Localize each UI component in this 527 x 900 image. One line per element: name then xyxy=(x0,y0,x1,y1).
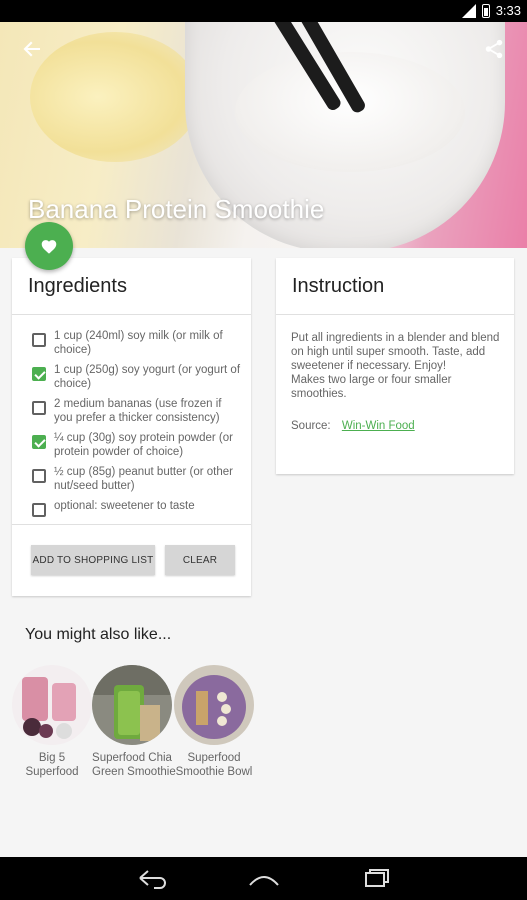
ingredient-item: 1 cup (240ml) soy milk (or milk of choic… xyxy=(32,329,241,357)
ingredient-checkbox[interactable] xyxy=(32,503,46,517)
source-line: Source: Win-Win Food xyxy=(291,419,500,433)
ingredient-text: 2 medium bananas (use frozen if you pref… xyxy=(54,398,222,424)
add-to-shopping-list-button[interactable]: ADD TO SHOPPING LIST xyxy=(31,545,155,575)
ingredient-text: ½ cup (85g) peanut butter (or other nut/… xyxy=(54,466,233,492)
ingredients-card: Ingredients 1 cup (240ml) soy milk (or m… xyxy=(12,258,251,596)
recents-nav-icon[interactable] xyxy=(362,867,394,889)
ingredient-text: ¼ cup (30g) soy protein powder (or prote… xyxy=(54,432,233,458)
ingredients-list: 1 cup (240ml) soy milk (or milk of choic… xyxy=(12,315,251,517)
battery-icon xyxy=(481,3,490,18)
instruction-body: Put all ingredients in a blender and ble… xyxy=(276,315,514,433)
recipe-thumbnail xyxy=(92,665,172,745)
ingredient-text: optional: sweetener to taste xyxy=(54,500,195,512)
back-nav-icon[interactable] xyxy=(136,867,168,889)
clear-button[interactable]: CLEAR xyxy=(165,545,235,575)
navigation-bar xyxy=(0,857,527,900)
heart-icon xyxy=(41,240,57,254)
related-recipe-name: Big 5 Superfood xyxy=(25,752,79,778)
status-bar: 3:33 xyxy=(0,0,527,22)
ingredient-checkbox[interactable] xyxy=(32,469,46,483)
related-recipe[interactable]: Big 5 Superfood xyxy=(12,665,92,779)
related-recipe-name: Superfood Smoothie Bowl xyxy=(175,752,253,778)
ingredient-item: optional: sweetener to taste xyxy=(32,499,241,517)
recipe-thumbnail xyxy=(174,665,254,745)
ingredient-item: ½ cup (85g) peanut butter (or other nut/… xyxy=(32,465,241,493)
instruction-text: Put all ingredients in a blender and ble… xyxy=(291,332,500,372)
arrow-back-icon[interactable] xyxy=(22,39,42,63)
ingredient-checkbox[interactable] xyxy=(32,435,46,449)
signal-icon xyxy=(461,3,476,18)
favorite-button[interactable] xyxy=(25,222,73,270)
ingredient-item: ¼ cup (30g) soy protein powder (or prote… xyxy=(32,431,241,459)
ingredient-text: 1 cup (240ml) soy milk (or milk of choic… xyxy=(54,330,223,356)
share-icon[interactable] xyxy=(483,38,505,60)
instruction-card: Instruction Put all ingredients in a ble… xyxy=(276,258,514,474)
source-link[interactable]: Win-Win Food xyxy=(342,420,415,432)
ingredient-checkbox[interactable] xyxy=(32,333,46,347)
ingredient-actions: ADD TO SHOPPING LIST CLEAR xyxy=(12,524,251,575)
hero-image: Banana Protein Smoothie xyxy=(0,22,527,248)
home-nav-icon[interactable] xyxy=(248,867,280,889)
related-recipe-name: Superfood Chia Green Smoothie xyxy=(92,752,176,778)
instruction-text: Makes two large or four smaller smoothie… xyxy=(291,374,452,400)
clock: 3:33 xyxy=(495,3,521,18)
related-heading: You might also like... xyxy=(25,626,172,643)
recipe-thumbnail xyxy=(12,665,92,745)
recipe-title: Banana Protein Smoothie xyxy=(28,194,325,224)
source-label: Source: xyxy=(291,420,331,432)
ingredient-item: 2 medium bananas (use frozen if you pref… xyxy=(32,397,241,425)
instruction-heading: Instruction xyxy=(276,258,514,315)
ingredient-item: 1 cup (250g) soy yogurt (or yogurt of ch… xyxy=(32,363,241,391)
related-recipe[interactable]: Superfood Chia Green Smoothie xyxy=(92,665,176,779)
ingredient-checkbox[interactable] xyxy=(32,401,46,415)
ingredient-checkbox[interactable] xyxy=(32,367,46,381)
related-recipe[interactable]: Superfood Smoothie Bowl xyxy=(174,665,254,779)
ingredient-text: 1 cup (250g) soy yogurt (or yogurt of ch… xyxy=(54,364,241,390)
